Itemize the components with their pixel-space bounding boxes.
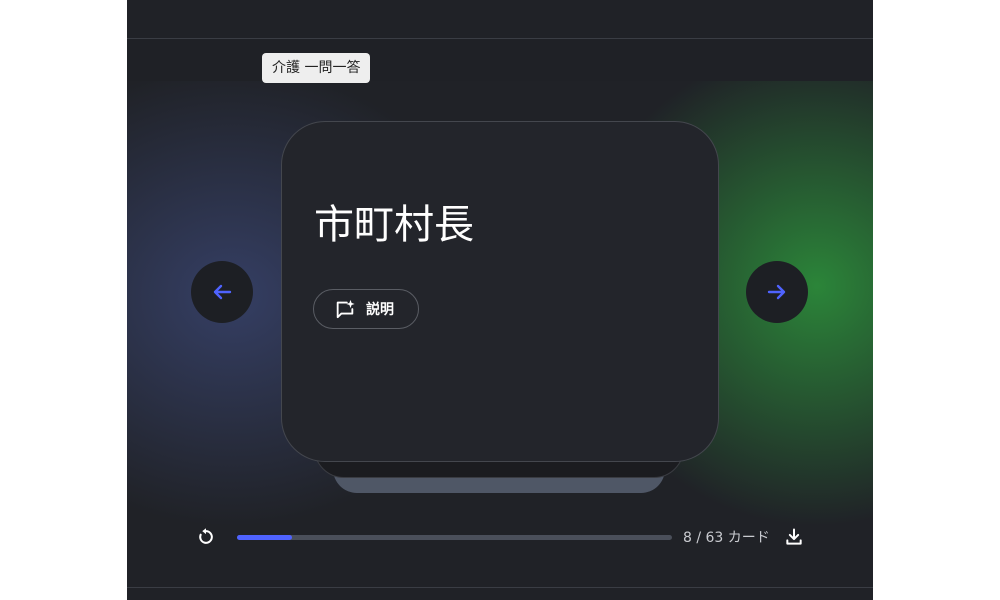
restart-button[interactable] (195, 526, 217, 548)
arrow-right-icon (765, 280, 789, 304)
flashcard[interactable]: 市町村長 説明 (281, 121, 719, 462)
download-button[interactable] (783, 526, 805, 548)
explain-label: 説明 (366, 302, 394, 318)
sparkle-comment-icon (334, 298, 356, 320)
flashcard-app: 市町村長 説明 8 / 63 カード (127, 0, 873, 600)
arrow-left-icon (210, 280, 234, 304)
explain-button[interactable]: 説明 (313, 289, 419, 329)
card-term: 市町村長 (314, 202, 474, 248)
download-icon (784, 527, 804, 547)
next-card-button[interactable] (746, 261, 808, 323)
bottom-strip (127, 587, 873, 600)
top-bar (127, 0, 873, 39)
sub-bar (127, 39, 873, 81)
previous-card-button[interactable] (191, 261, 253, 323)
deck-title-tooltip: 介護 一問一答 (262, 53, 371, 83)
progress-fill (237, 535, 293, 540)
progress-bar (237, 535, 672, 540)
card-count: 8 / 63 カード (683, 530, 770, 546)
restart-icon (196, 527, 216, 547)
